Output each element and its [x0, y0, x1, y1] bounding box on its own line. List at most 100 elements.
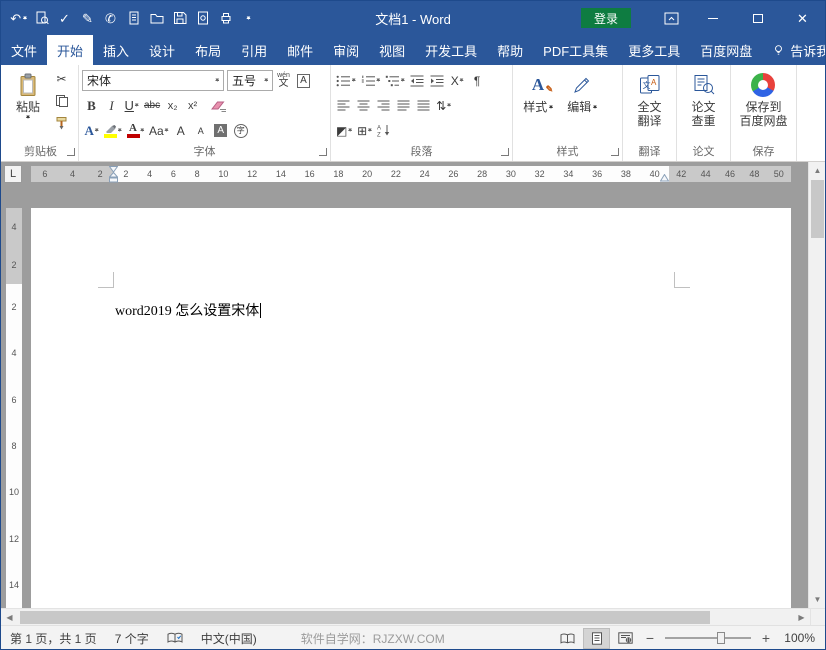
scroll-right-button[interactable]: ▶ [793, 609, 810, 626]
customize-qat-button[interactable]: ▾ [237, 6, 260, 30]
zoom-out-button[interactable]: − [641, 630, 659, 646]
ribbon-tab[interactable]: 布局 [185, 35, 231, 65]
tab-stop-selector[interactable]: L [4, 165, 22, 183]
ribbon-tab[interactable]: 百度网盘 [690, 35, 762, 65]
track-changes-button[interactable]: ✎ [76, 6, 99, 30]
superscript-button[interactable]: x² [183, 96, 202, 116]
horizontal-scroll-track[interactable] [18, 609, 793, 626]
styles-button[interactable]: A✎ 样式▾ [516, 68, 560, 144]
align-left-button[interactable] [334, 96, 353, 116]
editing-button[interactable]: 编辑▾ [560, 68, 604, 144]
preview-print-button[interactable] [30, 6, 53, 30]
increase-font-size-button[interactable]: A [171, 121, 190, 141]
read-mode-button[interactable] [554, 628, 581, 649]
text-highlight-button[interactable]: ▾ [102, 121, 124, 141]
shading-button[interactable]: ◩▾ [334, 121, 354, 141]
font-name-combo[interactable]: 宋体▾ [82, 70, 224, 91]
proofing-status[interactable] [158, 632, 192, 644]
new-document-button[interactable] [122, 6, 145, 30]
font-size-combo[interactable]: 五号▾ [227, 70, 273, 91]
vertical-scroll-thumb[interactable] [811, 180, 824, 238]
font-color-button[interactable]: A ▾ [125, 121, 147, 141]
pinyin-guide-button[interactable]: wén文 [274, 71, 293, 91]
ribbon-tab[interactable]: 引用 [231, 35, 277, 65]
ribbon-tab[interactable]: 邮件 [277, 35, 323, 65]
cut-button[interactable]: ✂ [52, 69, 71, 89]
undo-button[interactable]: ↶▾ [7, 6, 30, 30]
justify-button[interactable] [394, 96, 413, 116]
vertical-scrollbar[interactable]: ▲ ▼ [808, 162, 825, 608]
copy-button[interactable] [52, 91, 71, 111]
ribbon-tab[interactable]: 插入 [93, 35, 139, 65]
close-button[interactable]: ✕ [780, 1, 825, 35]
styles-dialog-launcher-icon[interactable] [611, 148, 619, 156]
show-hide-marks-button[interactable]: ¶ [468, 71, 487, 91]
subscript-button[interactable]: x₂ [163, 96, 182, 116]
zoom-slider-thumb[interactable] [717, 632, 725, 644]
format-painter-button[interactable] [52, 113, 71, 133]
decrease-indent-button[interactable] [408, 71, 427, 91]
zoom-slider[interactable] [665, 637, 751, 639]
spelling-check-button[interactable]: ✓ [53, 6, 76, 30]
right-indent-marker[interactable] [660, 174, 669, 182]
change-case-button[interactable]: Aa▾ [147, 121, 170, 141]
open-document-button[interactable] [145, 6, 168, 30]
multilevel-list-button[interactable]: ▾ [383, 71, 407, 91]
minimize-button[interactable] [690, 1, 735, 35]
document-page[interactable]: word2019 怎么设置宋体 [31, 208, 791, 608]
web-layout-button[interactable] [612, 628, 639, 649]
language-indicator[interactable]: 中文(中国) [192, 630, 266, 647]
thesis-check-button[interactable]: 论文查重 [682, 68, 726, 144]
font-dialog-launcher-icon[interactable] [319, 148, 327, 156]
borders-button[interactable]: ⊞▾ [355, 121, 374, 141]
ribbon-tab[interactable]: 设计 [139, 35, 185, 65]
align-right-button[interactable] [374, 96, 393, 116]
underline-button[interactable]: U▾ [122, 96, 141, 116]
page-indicator[interactable]: 第 1 页，共 1 页 [1, 630, 106, 647]
save-button[interactable] [168, 6, 191, 30]
clipboard-dialog-launcher-icon[interactable] [67, 148, 75, 156]
ribbon-tab[interactable]: 更多工具 [618, 35, 690, 65]
paragraph-dialog-launcher-icon[interactable] [501, 148, 509, 156]
asian-layout-button[interactable]: X▾ [448, 71, 467, 91]
text-effects-button[interactable]: A▾ [82, 121, 101, 141]
clear-formatting-button[interactable] [209, 96, 229, 116]
ribbon-tab[interactable]: 视图 [369, 35, 415, 65]
align-center-button[interactable] [354, 96, 373, 116]
document-text[interactable]: word2019 怎么设置宋体 [115, 300, 261, 320]
bold-button[interactable]: B [82, 96, 101, 116]
numbering-button[interactable]: ▾ [359, 71, 383, 91]
ribbon-tab[interactable]: 开始 [47, 35, 93, 65]
full-text-translate-button[interactable]: 文A 全文翻译 [628, 68, 672, 144]
login-button[interactable]: 登录 [581, 8, 631, 28]
distribute-button[interactable] [414, 96, 433, 116]
character-border-button[interactable]: A [294, 71, 313, 91]
decrease-font-size-button[interactable]: A [191, 121, 210, 141]
print-layout-button[interactable] [583, 628, 610, 649]
zoom-in-button[interactable]: + [757, 630, 775, 646]
scroll-up-button[interactable]: ▲ [809, 162, 826, 179]
word-count[interactable]: 7 个字 [106, 630, 158, 647]
enclose-characters-button[interactable]: 字 [231, 121, 250, 141]
sort-button[interactable]: AZ [375, 121, 394, 141]
ribbon-tab[interactable]: 文件 [1, 35, 47, 65]
italic-button[interactable]: I [102, 96, 121, 116]
touch-mode-button[interactable]: ✆ [99, 6, 122, 30]
ribbon-tab[interactable]: 审阅 [323, 35, 369, 65]
left-indent-marker[interactable] [109, 172, 118, 183]
line-spacing-button[interactable]: ⇅▾ [434, 96, 453, 116]
increase-indent-button[interactable] [428, 71, 447, 91]
tell-me-button[interactable]: 告诉我 [762, 41, 825, 60]
ribbon-display-options-button[interactable] [652, 1, 690, 35]
ribbon-tab[interactable]: 开发工具 [415, 35, 487, 65]
scroll-down-button[interactable]: ▼ [809, 591, 826, 608]
maximize-button[interactable] [735, 1, 780, 35]
save-to-baidu-netdisk-button[interactable]: 保存到百度网盘 [736, 68, 790, 144]
zoom-level[interactable]: 100% [777, 631, 819, 645]
paste-button[interactable]: 粘贴▾ [6, 68, 50, 144]
ribbon-tab[interactable]: PDF工具集 [533, 35, 618, 65]
scroll-left-button[interactable]: ◀ [1, 609, 18, 626]
quick-print-button[interactable] [214, 6, 237, 30]
print-preview-button[interactable] [191, 6, 214, 30]
bullets-button[interactable]: ▾ [334, 71, 358, 91]
